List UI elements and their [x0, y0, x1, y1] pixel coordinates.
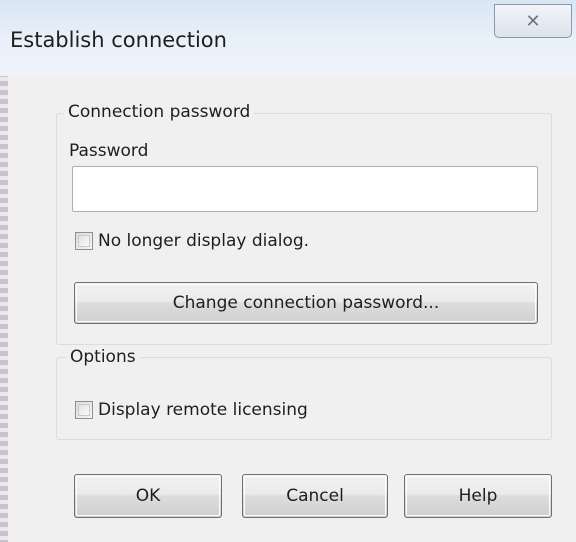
dialog-client-area: Connection password Password No longer d…	[8, 76, 576, 542]
help-button-label: Help	[458, 486, 498, 506]
window-title: Establish connection	[10, 28, 227, 52]
ok-button[interactable]: OK	[74, 474, 222, 518]
display-remote-licensing-label[interactable]: Display remote licensing	[98, 400, 308, 420]
close-icon: ✕	[525, 10, 541, 32]
options-group	[56, 357, 552, 440]
help-button[interactable]: Help	[404, 474, 552, 518]
options-group-label: Options	[66, 347, 140, 367]
display-remote-licensing-checkbox[interactable]	[75, 401, 93, 419]
no-longer-display-label[interactable]: No longer display dialog.	[98, 231, 309, 251]
no-longer-display-checkbox[interactable]	[75, 232, 93, 250]
cancel-button-label: Cancel	[286, 486, 344, 506]
window-frame-edge	[0, 0, 8, 542]
password-input[interactable]	[72, 166, 538, 212]
close-button[interactable]: ✕	[494, 4, 572, 38]
password-label: Password	[69, 141, 149, 161]
establish-connection-dialog: Establish connection ✕ Connection passwo…	[0, 0, 576, 542]
cancel-button[interactable]: Cancel	[242, 474, 388, 518]
change-connection-password-button[interactable]: Change connection password...	[74, 282, 538, 324]
ok-button-label: OK	[135, 486, 161, 506]
title-bar[interactable]: Establish connection ✕	[0, 0, 576, 76]
change-connection-password-label: Change connection password...	[172, 293, 440, 313]
connection-password-group-label: Connection password	[64, 102, 255, 122]
